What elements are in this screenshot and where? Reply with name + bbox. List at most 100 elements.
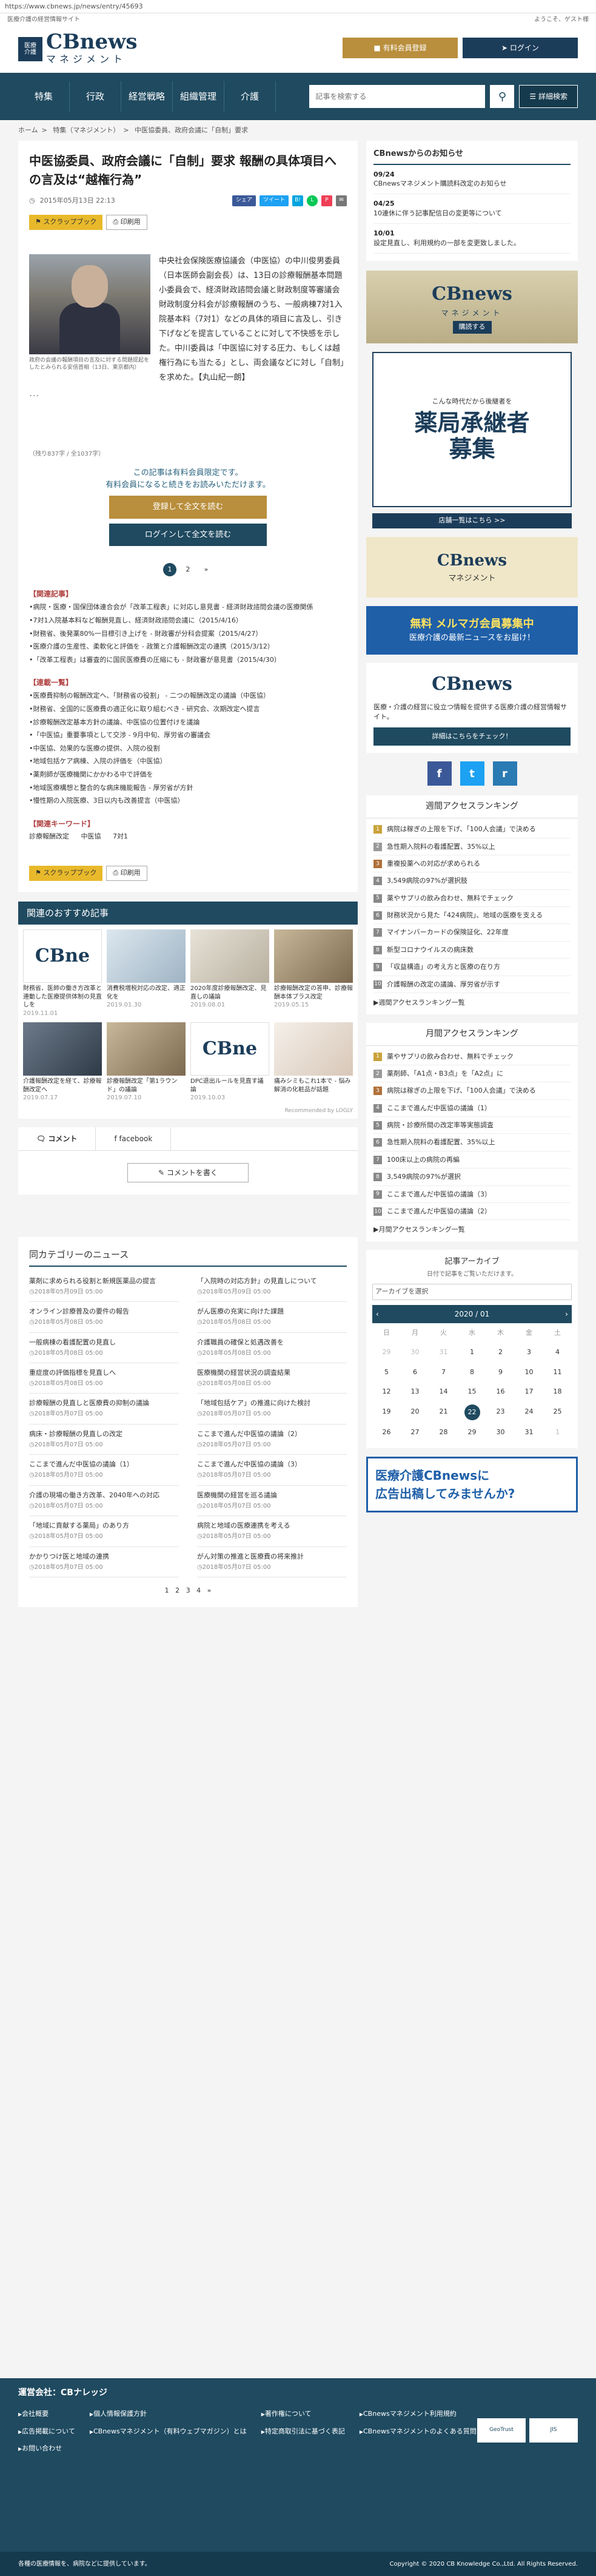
calendar-day[interactable]: 5	[372, 1363, 401, 1383]
news-item[interactable]: かかりつけ医と地域の連携 2018年05月07日 05:00	[29, 1547, 179, 1578]
register-read-button[interactable]: 登録して全文を読む	[109, 496, 267, 519]
page-next[interactable]: »	[207, 1586, 212, 1594]
footer-link[interactable]: お問い合わせ	[18, 2444, 75, 2454]
calendar-day[interactable]: 2	[486, 1343, 515, 1363]
news-item[interactable]: ここまで進んだ中医協の議論（1） 2018年05月07日 05:00	[29, 1455, 179, 1486]
hatena-icon[interactable]: B!	[292, 195, 303, 206]
footer-link[interactable]: CBnewsマネジメント利用規約	[360, 2409, 477, 2419]
login-read-button[interactable]: ログインして全文を読む	[109, 523, 267, 547]
news-item[interactable]: 「地域包括ケア」の推進に向けた検討 2018年05月07日 05:00	[197, 1394, 347, 1425]
news-item[interactable]: ここまで進んだ中医協の議論（2） 2018年05月07日 05:00	[197, 1425, 347, 1455]
mailmagazine-ad[interactable]: 無料 メルマガ会員募集中 医療介護の最新ニュースをお届け！	[366, 605, 578, 655]
page-2[interactable]: 2	[181, 563, 195, 576]
list-item[interactable]: 慢性期の入院医療、3日以内も改善提言（中医協）	[29, 795, 347, 806]
geotrust-badge[interactable]: GeoTrust	[477, 2418, 526, 2443]
recommend-item[interactable]: 診療報酬改定の答申、診療報酬本体プラス改定 2019.05.15	[274, 929, 353, 1017]
recommend-item[interactable]: CBne DPC退出ルールを見直す議論 2019.10.03	[190, 1022, 269, 1102]
calendar-day[interactable]: 16	[486, 1382, 515, 1402]
calendar-day[interactable]: 31	[515, 1423, 543, 1443]
calendar-day[interactable]: 13	[401, 1382, 429, 1402]
ranking-item[interactable]: 8 3,549病院の97%が選択	[373, 1168, 571, 1186]
calendar-day[interactable]: 3	[515, 1343, 543, 1363]
rss-icon[interactable]: r	[492, 761, 517, 786]
footer-link[interactable]: CBnewsマネジメントのよくある質問	[360, 2427, 477, 2437]
page-1[interactable]: 1	[163, 563, 176, 577]
news-item[interactable]: ここまで進んだ中医協の議論（3） 2018年05月07日 05:00	[197, 1455, 347, 1486]
ranking-item[interactable]: 10 ここまで進んだ中医協の議論（2）	[373, 1203, 571, 1221]
news-item[interactable]: 「地域に貢献する薬局」のあり方 2018年05月07日 05:00	[29, 1516, 179, 1547]
calendar-day[interactable]: 8	[458, 1363, 486, 1383]
calendar-day[interactable]: 4	[543, 1343, 572, 1363]
calendar-day[interactable]: 21	[429, 1402, 458, 1423]
calendar-day[interactable]: 30	[401, 1343, 429, 1363]
nav-item-feature[interactable]: 特集	[18, 81, 70, 112]
news-item[interactable]: 診療報酬の見直しと医療費の抑制の議論 2018年05月07日 05:00	[29, 1394, 179, 1425]
print-button[interactable]: ⎙ 印刷用	[106, 215, 147, 230]
recommend-item[interactable]: 診療報酬改定「第1ラウンド」の議論 2019.07.10	[107, 1022, 186, 1102]
site-logo[interactable]: 医療 介護 CBnews マネジメント	[18, 32, 138, 67]
subscribe-ad[interactable]: CBnews マネジメント 購読する	[366, 271, 578, 344]
list-item[interactable]: 財務省、後発薬80%一目標引き上げを - 財政審が分科会提案（2015/4/27…	[29, 629, 347, 639]
news-item[interactable]: がん対策の推進と医療費の将来推計 2018年05月07日 05:00	[197, 1547, 347, 1578]
calendar-day[interactable]: 19	[372, 1402, 401, 1423]
page-4[interactable]: 4	[196, 1586, 201, 1594]
list-item[interactable]: 医療介護の生産性、柔軟化と評価を - 政策と介護報酬改定の連携（2015/3/1…	[29, 641, 347, 652]
list-item[interactable]: 薬剤師が医療機関にかかわる中で評価を	[29, 769, 347, 780]
recommend-item[interactable]: 痛みシミもこれ1本で - 悩み解消の化粧品が話題	[274, 1022, 353, 1102]
calendar-day[interactable]: 10	[515, 1363, 543, 1383]
footer-link[interactable]: 広告掲載について	[18, 2427, 75, 2437]
page-3[interactable]: 3	[186, 1586, 190, 1594]
search-input[interactable]	[309, 85, 486, 108]
ranking-item[interactable]: 10 介護報酬の改定の議論、厚労省が示す	[373, 976, 571, 994]
store-list-link[interactable]: 店舗一覧はこちら >>	[372, 513, 572, 528]
advertise-ad[interactable]: 医療介護CBnewsに 広告出稿してみませんか?	[366, 1457, 578, 1513]
notice-item[interactable]: 10/01 設定見直し、利用規約の一部を変更致しました。	[373, 224, 571, 254]
calendar-day[interactable]: 12	[372, 1382, 401, 1402]
ranking-item[interactable]: 1 病院は稼ぎの上限を下げ、「100人会議」で決める	[373, 821, 571, 838]
list-item[interactable]: 7対1入院基本料など報酬見直し、経済財政諮問会議に（2015/4/16）	[29, 615, 347, 626]
calendar-day[interactable]: 25	[543, 1402, 572, 1423]
news-item[interactable]: 一般病棟の看護配置の見直し 2018年05月08日 05:00	[29, 1333, 179, 1364]
facebook-share-button[interactable]: シェア	[232, 195, 256, 206]
privacy-mark-badge[interactable]: JIS	[529, 2418, 578, 2443]
calendar-day[interactable]: 24	[515, 1402, 543, 1423]
mail-icon[interactable]: ✉	[336, 195, 347, 206]
tab-comment[interactable]: 🗨 コメント	[18, 1127, 96, 1151]
news-item[interactable]: がん医療の充実に向けた課題 2018年05月08日 05:00	[197, 1302, 347, 1333]
recommend-item[interactable]: 2020年度診療報酬改定、見直しの議論 2019.08.01	[190, 929, 269, 1017]
archive-select[interactable]: アーカイブを選択	[372, 1284, 572, 1300]
scrapbook-button-bottom[interactable]: ⚑ スクラップブック	[29, 866, 103, 881]
list-item[interactable]: 地域包括ケア病棟、入院の評価を（中医協）	[29, 756, 347, 767]
calendar-day[interactable]: 1	[458, 1343, 486, 1363]
news-item[interactable]: オンライン診療普及の要件の報告 2018年05月08日 05:00	[29, 1302, 179, 1333]
news-item[interactable]: 「入院時の対応方針」の見直しについて 2018年05月09日 05:00	[197, 1272, 347, 1303]
chevron-right-icon[interactable]: ›	[565, 1309, 568, 1320]
ranking-item[interactable]: 8 新型コロナウイルスの病床数	[373, 942, 571, 959]
ranking-item[interactable]: 4 3,549病院の97%が選択肢	[373, 872, 571, 890]
footer-link[interactable]: 会社概要	[18, 2409, 75, 2419]
ranking-item[interactable]: 5 薬やサプリの飲み合わせ、無料でチェック	[373, 890, 571, 908]
ranking-item[interactable]: 1 薬やサプリの飲み合わせ、無料でチェック	[373, 1048, 571, 1065]
nav-item-strategy[interactable]: 経営戦略	[121, 81, 173, 112]
list-item[interactable]: 財務省、全国的に医療費の適正化に取り組むべき - 研究会、次期改定へ提言	[29, 704, 347, 715]
ranking-item[interactable]: 7 100床以上の病院の再編	[373, 1151, 571, 1169]
twitter-share-button[interactable]: ツイート	[259, 195, 289, 206]
ranking-item[interactable]: 9 ここまで進んだ中医協の議論（3）	[373, 1186, 571, 1204]
page-1[interactable]: 1	[165, 1586, 169, 1594]
news-item[interactable]: 重症度の評価指標を見直しへ 2018年05月08日 05:00	[29, 1363, 179, 1394]
list-item[interactable]: 病院・医療・国保団体連合会が「改革工程表」に対応し意見書 - 経済財政諮問会議の…	[29, 602, 347, 613]
recommend-item[interactable]: 消費税増税対応の改定、適正化を 2019.01.30	[107, 929, 186, 1017]
list-item[interactable]: 「中医協」重要事項として交渉 - 9月中旬、厚労省の審議会	[29, 730, 347, 741]
chevron-left-icon[interactable]: ‹	[376, 1309, 379, 1320]
facebook-icon[interactable]: f	[427, 761, 452, 786]
scrapbook-button[interactable]: ⚑ スクラップブック	[29, 215, 103, 230]
ranking-item[interactable]: 6 財務状況から見た「424病院」、地域の医療を支える	[373, 907, 571, 925]
nav-item-organization[interactable]: 組織管理	[173, 81, 224, 112]
calendar-day[interactable]: 31	[429, 1343, 458, 1363]
calendar-day[interactable]: 6	[401, 1363, 429, 1383]
calendar-day[interactable]: 29	[458, 1423, 486, 1443]
calendar-day[interactable]: 23	[486, 1402, 515, 1423]
ranking-item[interactable]: 7 マイナンバーカードの保険証化、22年度	[373, 924, 571, 942]
page-next[interactable]: »	[199, 563, 213, 576]
news-item[interactable]: 薬剤に求められる役割と新規医薬品の提言 2018年05月09日 05:00	[29, 1272, 179, 1303]
